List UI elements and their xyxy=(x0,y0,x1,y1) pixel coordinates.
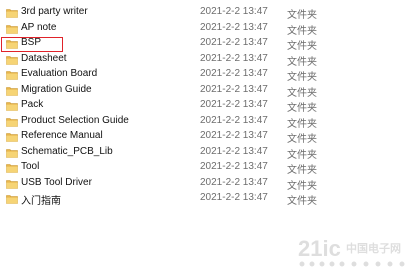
file-date: 2021-2-2 13:47 xyxy=(200,6,268,17)
folder-icon xyxy=(6,132,18,142)
file-row[interactable]: 入门指南 2021-2-2 13:47 文件夹 xyxy=(0,191,418,207)
file-date: 2021-2-2 13:47 xyxy=(200,68,268,79)
file-row[interactable]: Migration Guide 2021-2-2 13:47 文件夹 xyxy=(0,83,418,99)
file-date: 2021-2-2 13:47 xyxy=(200,21,268,33)
file-name: Pack xyxy=(21,99,44,110)
folder-icon xyxy=(6,24,18,34)
folder-icon xyxy=(6,117,18,127)
file-date: 2021-2-2 13:47 xyxy=(200,52,268,64)
file-type: 文件夹 xyxy=(287,10,317,21)
file-row[interactable]: USB Tool Driver 2021-2-2 13:47 文件夹 xyxy=(0,176,418,192)
folder-icon xyxy=(6,163,18,173)
highlight-box xyxy=(1,37,63,52)
file-type: 文件夹 xyxy=(287,103,317,114)
file-type: 文件夹 xyxy=(287,180,317,192)
file-row[interactable]: Product Selection Guide 2021-2-2 13:47 文… xyxy=(0,114,418,130)
file-type: 文件夹 xyxy=(287,41,317,52)
file-date: 2021-2-2 13:47 xyxy=(200,130,268,141)
file-date: 2021-2-2 13:47 xyxy=(200,99,268,110)
file-type: 文件夹 xyxy=(287,196,317,207)
file-date: 2021-2-2 13:47 xyxy=(200,145,268,157)
file-name: Tool xyxy=(21,161,40,172)
file-name: 3rd party writer xyxy=(21,6,88,17)
file-row[interactable]: Datasheet 2021-2-2 13:47 文件夹 xyxy=(0,52,418,68)
file-name: Product Selection Guide xyxy=(21,114,129,126)
file-type: 文件夹 xyxy=(287,165,317,176)
folder-icon xyxy=(6,194,18,204)
watermark-brand: 21ic xyxy=(298,236,341,261)
file-name: AP note xyxy=(21,21,57,33)
file-row[interactable]: Tool 2021-2-2 13:47 文件夹 xyxy=(0,160,418,176)
file-type: 文件夹 xyxy=(287,118,317,130)
file-type: 文件夹 xyxy=(287,134,317,145)
folder-icon xyxy=(6,148,18,158)
file-date: 2021-2-2 13:47 xyxy=(200,83,268,95)
file-row[interactable]: Evaluation Board 2021-2-2 13:47 文件夹 xyxy=(0,67,418,83)
file-type: 文件夹 xyxy=(287,87,317,99)
file-row[interactable]: AP note 2021-2-2 13:47 文件夹 xyxy=(0,21,418,37)
file-row[interactable]: 3rd party writer 2021-2-2 13:47 文件夹 xyxy=(0,5,418,21)
file-date: 2021-2-2 13:47 xyxy=(200,114,268,126)
file-date: 2021-2-2 13:47 xyxy=(200,161,268,172)
file-name: Reference Manual xyxy=(21,130,103,141)
file-type: 文件夹 xyxy=(287,149,317,161)
file-type: 文件夹 xyxy=(287,25,317,37)
file-name: Datasheet xyxy=(21,52,67,64)
file-type: 文件夹 xyxy=(287,56,317,68)
file-date: 2021-2-2 13:47 xyxy=(200,176,268,188)
file-name: Migration Guide xyxy=(21,83,92,95)
file-name: Evaluation Board xyxy=(21,68,98,79)
folder-icon xyxy=(6,101,18,111)
folder-icon xyxy=(6,55,18,65)
folder-icon xyxy=(6,179,18,189)
file-date: 2021-2-2 13:47 xyxy=(200,37,268,48)
file-row[interactable]: Schematic_PCB_Lib 2021-2-2 13:47 文件夹 xyxy=(0,145,418,161)
file-row[interactable]: Reference Manual 2021-2-2 13:47 文件夹 xyxy=(0,129,418,145)
file-name: USB Tool Driver xyxy=(21,176,92,188)
file-date: 2021-2-2 13:47 xyxy=(200,192,268,203)
folder-icon xyxy=(6,8,18,18)
file-row[interactable]: Pack 2021-2-2 13:47 文件夹 xyxy=(0,98,418,114)
watermark-logo: 21ic 中国电子网 xyxy=(298,236,405,267)
watermark-chinese: 中国电子网 xyxy=(346,241,401,255)
file-list: 3rd party writer 2021-2-2 13:47 文件夹 AP n… xyxy=(0,5,418,207)
folder-icon xyxy=(6,70,18,80)
file-name: 入门指南 xyxy=(21,196,61,207)
file-type: 文件夹 xyxy=(287,72,317,83)
file-name: Schematic_PCB_Lib xyxy=(21,145,113,157)
folder-icon xyxy=(6,86,18,96)
